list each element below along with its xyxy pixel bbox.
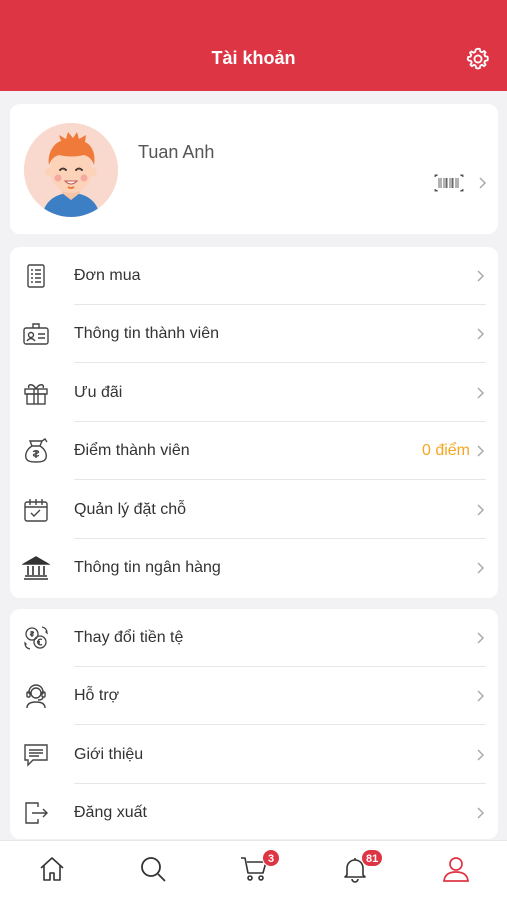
chevron-right-icon — [477, 445, 485, 457]
barcode-button[interactable] — [434, 174, 488, 192]
menu-item-support[interactable]: Hỗ trợ — [10, 667, 498, 725]
points-value: 0 điểm — [421, 442, 470, 459]
menu-label: Thay đổi tiền tệ — [74, 629, 184, 646]
cart-count-badge: 3 — [262, 849, 280, 867]
menu-label: Thông tin thành viên — [74, 325, 219, 342]
chevron-right-icon — [477, 749, 485, 761]
chevron-right-icon — [477, 328, 485, 340]
bottom-tab-bar: 3 81 — [0, 840, 507, 900]
barcode-icon — [434, 174, 464, 192]
member-card-icon — [23, 323, 49, 345]
menu-label: Điểm thành viên — [74, 442, 190, 459]
order-list-icon — [27, 264, 45, 288]
app-header: Tài khoản — [0, 0, 507, 91]
tab-cart[interactable]: 3 — [214, 841, 294, 900]
tab-home[interactable] — [12, 841, 92, 900]
menu-item-bank-info[interactable]: Thông tin ngân hàng — [10, 539, 498, 597]
avatar[interactable] — [24, 123, 118, 217]
profile-name: Tuan Anh — [138, 142, 215, 162]
message-icon — [24, 744, 48, 767]
menu-item-about[interactable]: Giới thiệu — [10, 726, 498, 784]
settings-button[interactable] — [465, 46, 491, 72]
support-headset-icon — [26, 684, 46, 709]
notification-count-badge: 81 — [361, 849, 384, 867]
chevron-right-icon — [477, 690, 485, 702]
tab-notifications[interactable]: 81 — [315, 841, 395, 900]
currency-exchange-icon — [24, 626, 48, 650]
menu-label: Đăng xuất — [74, 804, 147, 821]
profile-card[interactable]: Tuan Anh — [10, 104, 498, 234]
menu-item-booking-management[interactable]: Quản lý đặt chỗ — [10, 481, 498, 539]
calendar-check-icon — [24, 499, 48, 522]
chevron-right-icon — [477, 562, 485, 574]
user-icon — [443, 857, 469, 882]
chevron-right-icon — [479, 177, 487, 189]
menu-label: Giới thiệu — [74, 746, 144, 763]
menu-item-offers[interactable]: Ưu đãi — [10, 364, 498, 422]
avatar-boy-icon — [24, 123, 118, 217]
chevron-right-icon — [477, 807, 485, 819]
chevron-right-icon — [477, 387, 485, 399]
search-icon — [141, 857, 166, 882]
page-title: Tài khoản — [211, 48, 296, 68]
menu-label: Quản lý đặt chỗ — [74, 501, 187, 518]
chevron-right-icon — [477, 632, 485, 644]
chevron-right-icon — [477, 504, 485, 516]
home-icon — [40, 857, 64, 881]
menu-item-orders[interactable]: Đơn mua — [10, 247, 498, 305]
menu-label: Thông tin ngân hàng — [74, 559, 221, 576]
menu-item-change-currency[interactable]: Thay đổi tiền tệ — [10, 609, 498, 667]
tab-search[interactable] — [113, 841, 193, 900]
bank-icon — [22, 556, 50, 580]
account-menu: Đơn mua Thông tin thành viên Ưu đãi Điểm… — [10, 247, 498, 598]
menu-item-member-info[interactable]: Thông tin thành viên — [10, 305, 498, 363]
tab-account[interactable] — [416, 841, 496, 900]
menu-item-member-points[interactable]: Điểm thành viên 0 điểm — [10, 422, 498, 480]
gear-icon — [466, 47, 489, 70]
divider — [74, 724, 486, 725]
menu-label: Ưu đãi — [74, 384, 123, 401]
gift-icon — [24, 384, 48, 405]
logout-icon — [25, 802, 48, 824]
menu-label: Đơn mua — [74, 267, 141, 284]
menu-label: Hỗ trợ — [74, 687, 120, 704]
divider — [74, 479, 486, 480]
chevron-right-icon — [477, 270, 485, 282]
divider — [74, 362, 486, 363]
points-bag-icon — [25, 438, 48, 463]
settings-menu: Thay đổi tiền tệ Hỗ trợ Giới thiệu Đăng … — [10, 609, 498, 839]
menu-item-logout[interactable]: Đăng xuất — [10, 784, 498, 839]
